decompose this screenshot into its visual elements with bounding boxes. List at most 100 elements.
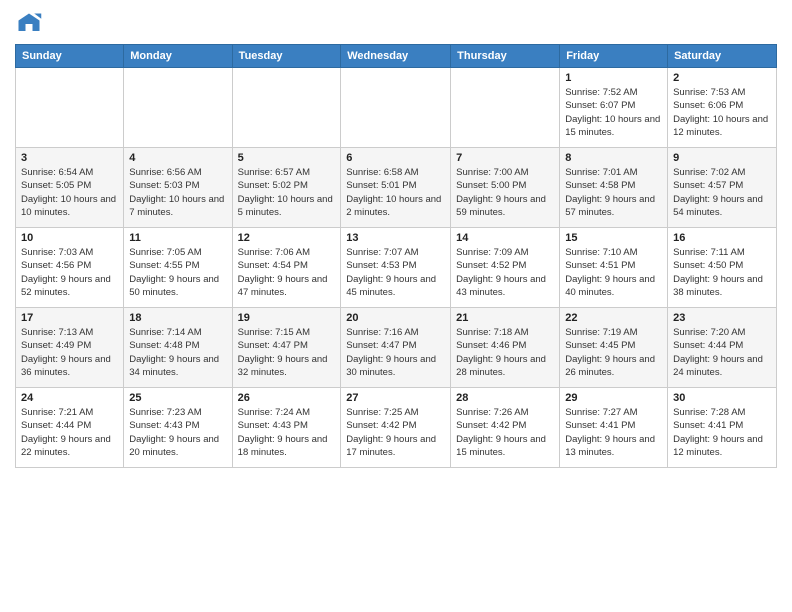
day-number: 26 [238,392,336,404]
day-number: 20 [346,312,445,324]
day-info: Sunrise: 6:54 AM Sunset: 5:05 PM Dayligh… [21,166,118,219]
day-number: 25 [129,392,226,404]
day-info: Sunrise: 7:09 AM Sunset: 4:52 PM Dayligh… [456,246,554,299]
calendar-cell: 9Sunrise: 7:02 AM Sunset: 4:57 PM Daylig… [668,148,777,228]
calendar-cell: 4 Sunrise: 6:56 AM Sunset: 5:03 PM Daylig… [124,148,232,228]
day-number: 8 [565,152,662,164]
calendar-cell: 29 Sunrise: 7:27 AM Sunset: 4:41 PM Dayli… [560,388,668,468]
calendar-cell: 25 Sunrise: 7:23 AM Sunset: 4:43 PM Dayli… [124,388,232,468]
day-info: Sunrise: 7:01 AM Sunset: 4:58 PM Dayligh… [565,166,662,219]
day-number: 19 [238,312,336,324]
calendar-cell: 20 Sunrise: 7:16 AM Sunset: 4:47 PM Dayli… [341,308,451,388]
weekday-header-saturday: Saturday [668,45,777,68]
calendar-cell [232,68,341,148]
day-number: 24 [21,392,118,404]
day-number: 6 [346,152,445,164]
day-info: Sunrise: 7:52 AM Sunset: 6:07 PM Dayligh… [565,86,662,139]
calendar-cell: 27 Sunrise: 7:25 AM Sunset: 4:42 PM Dayli… [341,388,451,468]
day-info: Sunrise: 7:18 AM Sunset: 4:46 PM Dayligh… [456,326,554,379]
week-row-4: 24 Sunrise: 7:21 AM Sunset: 4:44 PM Dayli… [16,388,777,468]
day-number: 27 [346,392,445,404]
day-number: 12 [238,232,336,244]
calendar: SundayMondayTuesdayWednesdayThursdayFrid… [15,44,777,468]
calendar-cell: 28Sunrise: 7:26 AM Sunset: 4:42 PM Dayli… [451,388,560,468]
week-row-2: 10Sunrise: 7:03 AM Sunset: 4:56 PM Dayli… [16,228,777,308]
weekday-header-friday: Friday [560,45,668,68]
weekday-header-wednesday: Wednesday [341,45,451,68]
calendar-cell: 22 Sunrise: 7:19 AM Sunset: 4:45 PM Dayli… [560,308,668,388]
weekday-header-row: SundayMondayTuesdayWednesdayThursdayFrid… [16,45,777,68]
calendar-cell: 12 Sunrise: 7:06 AM Sunset: 4:54 PM Dayli… [232,228,341,308]
calendar-cell: 2 Sunrise: 7:53 AM Sunset: 6:06 PM Daylig… [668,68,777,148]
calendar-cell: 11Sunrise: 7:05 AM Sunset: 4:55 PM Dayli… [124,228,232,308]
calendar-cell [341,68,451,148]
day-info: Sunrise: 7:53 AM Sunset: 6:06 PM Dayligh… [673,86,771,139]
page: SundayMondayTuesdayWednesdayThursdayFrid… [0,0,792,612]
calendar-cell: 1 Sunrise: 7:52 AM Sunset: 6:07 PM Daylig… [560,68,668,148]
day-info: Sunrise: 7:14 AM Sunset: 4:48 PM Dayligh… [129,326,226,379]
day-info: Sunrise: 7:24 AM Sunset: 4:43 PM Dayligh… [238,406,336,459]
weekday-header-monday: Monday [124,45,232,68]
day-number: 2 [673,72,771,84]
day-info: Sunrise: 7:26 AM Sunset: 4:42 PM Dayligh… [456,406,554,459]
day-number: 14 [456,232,554,244]
day-info: Sunrise: 7:16 AM Sunset: 4:47 PM Dayligh… [346,326,445,379]
day-info: Sunrise: 7:21 AM Sunset: 4:44 PM Dayligh… [21,406,118,459]
day-info: Sunrise: 7:06 AM Sunset: 4:54 PM Dayligh… [238,246,336,299]
day-info: Sunrise: 7:25 AM Sunset: 4:42 PM Dayligh… [346,406,445,459]
day-info: Sunrise: 6:58 AM Sunset: 5:01 PM Dayligh… [346,166,445,219]
calendar-cell: 21 Sunrise: 7:18 AM Sunset: 4:46 PM Dayli… [451,308,560,388]
day-info: Sunrise: 7:27 AM Sunset: 4:41 PM Dayligh… [565,406,662,459]
weekday-header-sunday: Sunday [16,45,124,68]
day-number: 7 [456,152,554,164]
day-number: 16 [673,232,771,244]
calendar-cell: 19 Sunrise: 7:15 AM Sunset: 4:47 PM Dayli… [232,308,341,388]
day-number: 4 [129,152,226,164]
weekday-header-thursday: Thursday [451,45,560,68]
day-info: Sunrise: 6:56 AM Sunset: 5:03 PM Dayligh… [129,166,226,219]
calendar-cell [124,68,232,148]
day-info: Sunrise: 7:28 AM Sunset: 4:41 PM Dayligh… [673,406,771,459]
weekday-header-tuesday: Tuesday [232,45,341,68]
day-number: 30 [673,392,771,404]
calendar-cell: 3 Sunrise: 6:54 AM Sunset: 5:05 PM Daylig… [16,148,124,228]
day-number: 21 [456,312,554,324]
day-number: 18 [129,312,226,324]
day-info: Sunrise: 7:23 AM Sunset: 4:43 PM Dayligh… [129,406,226,459]
calendar-cell: 15 Sunrise: 7:10 AM Sunset: 4:51 PM Dayli… [560,228,668,308]
day-number: 10 [21,232,118,244]
calendar-cell: 30 Sunrise: 7:28 AM Sunset: 4:41 PM Dayli… [668,388,777,468]
calendar-cell: 17Sunrise: 7:13 AM Sunset: 4:49 PM Dayli… [16,308,124,388]
day-info: Sunrise: 7:13 AM Sunset: 4:49 PM Dayligh… [21,326,118,379]
calendar-cell [451,68,560,148]
calendar-cell: 13Sunrise: 7:07 AM Sunset: 4:53 PM Dayli… [341,228,451,308]
calendar-cell: 24 Sunrise: 7:21 AM Sunset: 4:44 PM Dayli… [16,388,124,468]
calendar-cell: 23 Sunrise: 7:20 AM Sunset: 4:44 PM Dayli… [668,308,777,388]
header [15,10,777,38]
day-info: Sunrise: 7:20 AM Sunset: 4:44 PM Dayligh… [673,326,771,379]
calendar-cell: 14 Sunrise: 7:09 AM Sunset: 4:52 PM Dayli… [451,228,560,308]
day-info: Sunrise: 7:00 AM Sunset: 5:00 PM Dayligh… [456,166,554,219]
day-info: Sunrise: 7:10 AM Sunset: 4:51 PM Dayligh… [565,246,662,299]
calendar-cell: 8 Sunrise: 7:01 AM Sunset: 4:58 PM Daylig… [560,148,668,228]
week-row-1: 3 Sunrise: 6:54 AM Sunset: 5:05 PM Daylig… [16,148,777,228]
day-number: 3 [21,152,118,164]
calendar-cell: 7 Sunrise: 7:00 AM Sunset: 5:00 PM Daylig… [451,148,560,228]
day-info: Sunrise: 6:57 AM Sunset: 5:02 PM Dayligh… [238,166,336,219]
day-info: Sunrise: 7:15 AM Sunset: 4:47 PM Dayligh… [238,326,336,379]
calendar-cell: 6 Sunrise: 6:58 AM Sunset: 5:01 PM Daylig… [341,148,451,228]
calendar-cell: 26 Sunrise: 7:24 AM Sunset: 4:43 PM Dayli… [232,388,341,468]
logo [15,10,47,38]
day-number: 1 [565,72,662,84]
day-number: 29 [565,392,662,404]
day-number: 22 [565,312,662,324]
day-number: 15 [565,232,662,244]
calendar-cell: 18 Sunrise: 7:14 AM Sunset: 4:48 PM Dayli… [124,308,232,388]
day-number: 5 [238,152,336,164]
calendar-cell: 16Sunrise: 7:11 AM Sunset: 4:50 PM Dayli… [668,228,777,308]
day-number: 11 [129,232,226,244]
logo-icon [15,10,43,38]
day-number: 9 [673,152,771,164]
day-number: 23 [673,312,771,324]
day-info: Sunrise: 7:19 AM Sunset: 4:45 PM Dayligh… [565,326,662,379]
